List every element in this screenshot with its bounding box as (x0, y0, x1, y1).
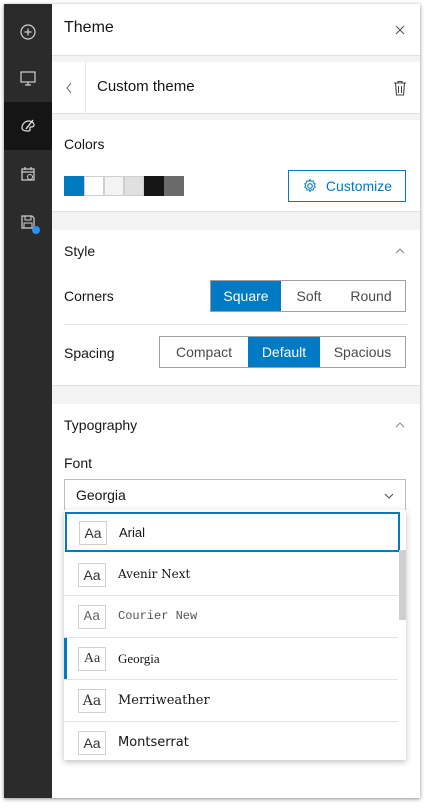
custom-theme-title: Custom theme (97, 78, 195, 95)
back-button[interactable] (52, 62, 86, 114)
swatch-foreground-3[interactable] (124, 176, 144, 196)
style-divider (64, 324, 408, 325)
swatch-background[interactable] (84, 176, 104, 196)
colors-label: Colors (64, 136, 105, 152)
font-preview: Aa (78, 605, 106, 629)
monitor-icon (20, 71, 36, 86)
swatch-text[interactable] (144, 176, 164, 196)
app-window: Theme Custom theme Colors Customize Styl… (4, 4, 420, 798)
font-preview: Aa (78, 689, 106, 713)
spacing-option-default[interactable]: Default (248, 337, 320, 367)
corners-label: Corners (64, 288, 114, 304)
spacing-option-compact[interactable]: Compact (160, 337, 248, 367)
panel-header: Theme (52, 4, 420, 56)
calendar-icon (21, 167, 35, 181)
unsaved-badge (32, 226, 40, 234)
font-option-label: Courier New (118, 609, 198, 623)
font-option-label: Georgia (118, 651, 160, 666)
font-option-montserrat[interactable]: Aa Montserrat (64, 722, 398, 760)
corners-option-square[interactable]: Square (211, 281, 281, 311)
font-select[interactable]: Georgia (64, 479, 406, 511)
font-preview: Aa (78, 647, 106, 671)
font-option-georgia[interactable]: Aa Georgia (64, 638, 398, 680)
calendar-action-button[interactable] (4, 150, 52, 198)
corners-segmented-control: Square Soft Round (210, 280, 406, 312)
color-swatches (64, 176, 184, 196)
typography-label: Typography (64, 417, 138, 433)
spacing-option-spacious[interactable]: Spacious (320, 337, 405, 367)
panel-title: Theme (64, 19, 114, 36)
font-select-value: Georgia (76, 487, 126, 503)
font-option-avenir-next[interactable]: Aa Avenir Next (64, 554, 398, 596)
font-option-label: Arial (119, 525, 146, 540)
typography-section: Typography Font Georgia Aa Arial Aa Aven… (52, 404, 420, 798)
customize-label: Customize (325, 178, 393, 194)
theme-action-button[interactable] (4, 102, 52, 150)
style-label: Style (64, 243, 96, 259)
font-option-label: Merriweather (118, 693, 210, 708)
font-preview: Aa (79, 521, 107, 545)
theme-panel: Theme Custom theme Colors Customize Styl… (52, 4, 420, 798)
font-preview: Aa (78, 731, 106, 755)
close-icon (395, 25, 405, 35)
style-section: Style Corners Square Soft Round Spacing … (52, 230, 420, 386)
spacing-label: Spacing (64, 345, 115, 361)
colors-section: Colors Customize (52, 120, 420, 212)
palette-icon (21, 119, 35, 132)
font-dropdown-list: Aa Arial Aa Avenir Next Aa Courier New A… (64, 510, 406, 760)
close-button[interactable] (390, 20, 410, 40)
font-option-arial[interactable]: Aa Arial (65, 512, 400, 552)
gear-icon (303, 178, 316, 193)
plus-circle-icon (20, 24, 36, 40)
swatch-primary[interactable] (64, 176, 84, 196)
corners-option-soft[interactable]: Soft (281, 281, 337, 311)
font-preview: Aa (78, 563, 106, 587)
monitor-action-button[interactable] (4, 54, 52, 102)
font-option-courier-new[interactable]: Aa Courier New (64, 596, 398, 638)
trash-icon (394, 80, 406, 96)
swatch-text-secondary[interactable] (164, 176, 184, 196)
swatch-foreground-2[interactable] (104, 176, 124, 196)
save-action-button[interactable] (4, 198, 52, 246)
chevron-left-icon (65, 82, 71, 94)
chevron-down-icon (384, 493, 394, 499)
customize-button[interactable]: Customize (288, 170, 406, 202)
font-option-label: Montserrat (118, 735, 189, 750)
add-action-button[interactable] (4, 8, 52, 56)
dropdown-scrollbar[interactable] (399, 550, 406, 620)
chevron-up-icon[interactable] (394, 245, 406, 257)
chevron-up-icon[interactable] (394, 419, 406, 431)
corners-option-round[interactable]: Round (337, 281, 405, 311)
left-action-bar (4, 4, 52, 798)
font-label: Font (64, 455, 93, 471)
font-option-merriweather[interactable]: Aa Merriweather (64, 680, 398, 722)
theme-subheader: Custom theme (52, 62, 420, 114)
font-option-label: Avenir Next (118, 567, 191, 581)
delete-theme-button[interactable] (388, 76, 412, 100)
spacing-segmented-control: Compact Default Spacious (159, 336, 406, 368)
